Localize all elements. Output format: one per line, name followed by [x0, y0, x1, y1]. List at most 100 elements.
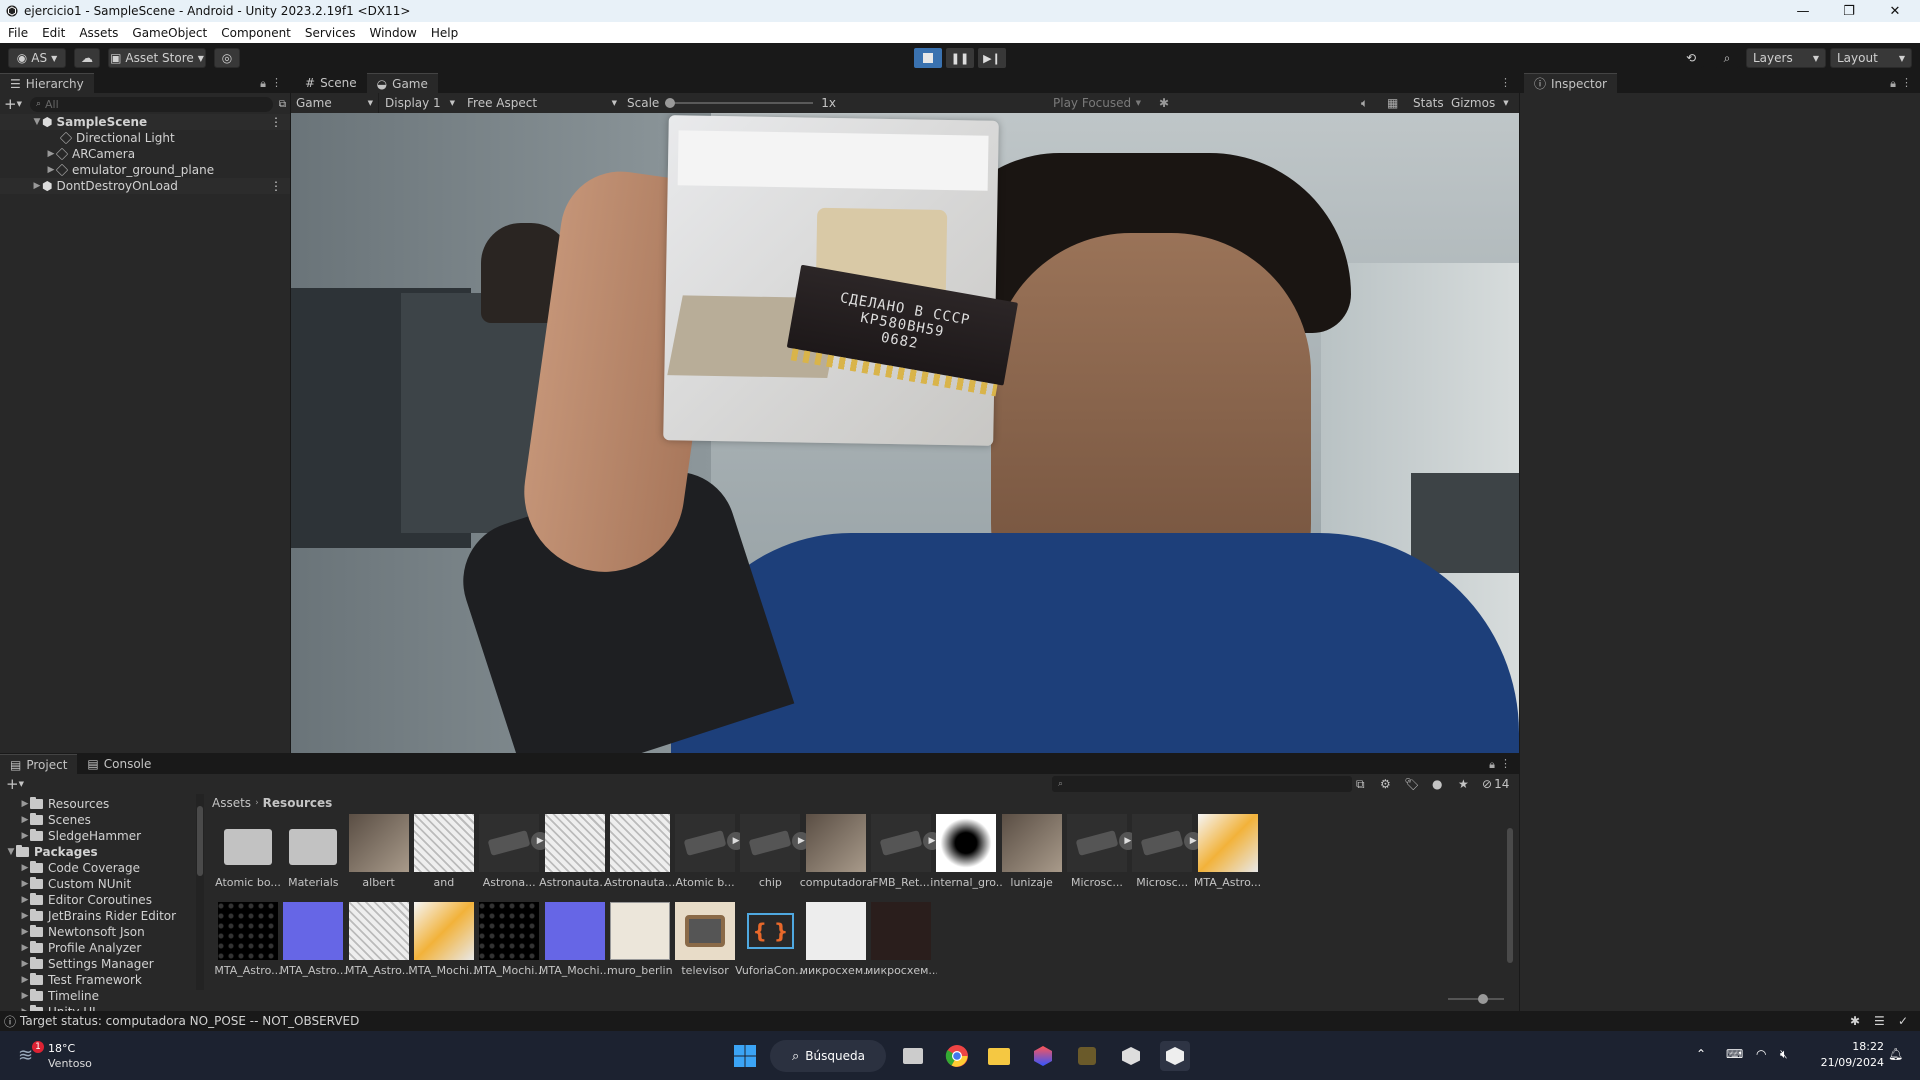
asset-store-dropdown[interactable]: ▣ Asset Store ▼ [108, 48, 206, 68]
tree-item[interactable]: ▶ Timeline [0, 988, 196, 1004]
ddol-scene-row[interactable]: ▶ ⬢ DontDestroyOnLoad ⋮ [0, 178, 290, 194]
debug-icon[interactable]: ✱ [1850, 1014, 1860, 1028]
lock-icon[interactable]: 🔒︎ [1890, 77, 1896, 91]
weather-widget[interactable]: ≋ 1 18°C Ventoso [18, 1039, 148, 1073]
hierarchy-item[interactable]: Directional Light [0, 130, 290, 146]
play-button[interactable] [914, 48, 942, 68]
wifi-icon[interactable]: ◠ [1756, 1047, 1766, 1061]
more-options-icon[interactable]: ⋮ [270, 115, 282, 129]
history-button[interactable]: ⟲ [1678, 48, 1704, 68]
favorite-star-icon[interactable]: ★ [1458, 777, 1469, 791]
expand-arrow-icon[interactable]: ▶ [20, 879, 30, 889]
tab-game[interactable]: ◒ Game [366, 73, 438, 93]
tree-item[interactable]: ▶ Profile Analyzer [0, 940, 196, 956]
stats-grid-icon[interactable]: ▦ [1387, 96, 1398, 110]
expand-arrow-icon[interactable]: ▶ [20, 959, 30, 969]
tab-hierarchy[interactable]: ☰ Hierarchy [0, 73, 94, 93]
bug-icon[interactable]: ✱ [1159, 96, 1169, 110]
start-button[interactable] [730, 1041, 760, 1071]
asset-item[interactable]: MTA_Astro... [277, 902, 349, 984]
menu-gameobject[interactable]: GameObject [125, 26, 214, 40]
tree-item[interactable]: ▶ Scenes [0, 812, 196, 828]
asset-item[interactable]: MTA_Astro... [212, 902, 284, 984]
tree-item[interactable]: ▶ Editor Coroutines [0, 892, 196, 908]
menu-window[interactable]: Window [363, 26, 424, 40]
expand-arrow-icon[interactable]: ▶ [20, 815, 30, 825]
add-icon[interactable]: + [4, 95, 17, 113]
asset-item[interactable]: MTA_Mochi... [473, 902, 545, 984]
tree-item[interactable]: ▶ Newtonsoft Json [0, 924, 196, 940]
tree-item[interactable]: ▶ SledgeHammer [0, 828, 196, 844]
chevron-up-icon[interactable]: ⌃ [1696, 1047, 1706, 1061]
filter-type-icon[interactable]: ⚙ [1380, 777, 1391, 791]
menu-component[interactable]: Component [214, 26, 298, 40]
menu-file[interactable]: File [0, 26, 35, 40]
cloud-button[interactable]: ☁ [74, 48, 100, 68]
clock[interactable]: 18:22 21/09/2024 [1808, 1039, 1884, 1071]
menu-assets[interactable]: Assets [72, 26, 125, 40]
unity-editor-icon[interactable] [1160, 1041, 1190, 1071]
tab-console[interactable]: ▤ Console [77, 754, 162, 774]
more-options-icon[interactable]: ⋮ [1500, 76, 1511, 89]
status-message[interactable]: Target status: computadora NO_POSE -- NO… [20, 1014, 359, 1028]
lock-icon[interactable]: 🔒︎ [260, 77, 266, 91]
tree-item[interactable]: ▶ Settings Manager [0, 956, 196, 972]
asset-item[interactable]: ▶ FMB_Ret... [865, 814, 941, 896]
menu-services[interactable]: Services [298, 26, 363, 40]
close-button[interactable]: ✕ [1872, 0, 1918, 22]
asset-item[interactable]: internal_gro... [930, 814, 1002, 896]
menu-edit[interactable]: Edit [35, 26, 72, 40]
asset-item[interactable]: lunizaje [996, 814, 1068, 896]
app-icon[interactable] [1072, 1041, 1102, 1071]
expand-arrow-icon[interactable]: ▼ [6, 847, 16, 857]
tree-scrollbar[interactable] [196, 794, 204, 990]
expand-arrow-icon[interactable]: ▶ [20, 975, 30, 985]
keyboard-icon[interactable]: ⌨ [1726, 1047, 1743, 1061]
tree-item[interactable]: ▶ JetBrains Rider Editor [0, 908, 196, 924]
play-focused-dropdown[interactable]: Play Focused ▼ [1047, 93, 1147, 113]
scale-slider[interactable] [665, 96, 814, 110]
asset-item[interactable]: ▶ chip [734, 814, 811, 896]
label-icon[interactable]: 🏷︎ [1404, 777, 1419, 791]
asset-item[interactable]: ▶ Microsc... [1126, 814, 1203, 896]
asset-item[interactable]: MTA_Mochi... [539, 902, 611, 984]
taskbar-search[interactable]: ⌕ Búsqueda [770, 1040, 886, 1072]
layers-dropdown[interactable]: Layers ▼ [1746, 48, 1826, 68]
shield-app-icon[interactable] [1028, 1041, 1058, 1071]
expand-arrow-icon[interactable]: ▶ [20, 895, 30, 905]
more-options-icon[interactable]: ⋮ [1901, 76, 1912, 89]
game-view[interactable]: СДЕЛАНО В СССР КР580ВН59 0682 [291, 113, 1519, 753]
scene-row[interactable]: ▼ ⬢ SampleScene ⋮ [0, 114, 290, 130]
display-dropdown[interactable]: Display 1 ▼ [379, 93, 461, 113]
package-icon[interactable]: ● [1432, 777, 1442, 791]
check-icon[interactable]: ✓ [1898, 1014, 1908, 1028]
unity-hub-icon[interactable] [1116, 1041, 1146, 1071]
expand-arrow-icon[interactable]: ▼ [32, 117, 42, 127]
tab-scene[interactable]: # Scene [295, 73, 367, 93]
search-options-icon[interactable]: ⧉ [279, 99, 286, 110]
menu-help[interactable]: Help [424, 26, 465, 40]
asset-item[interactable]: albert [343, 814, 415, 896]
asset-item[interactable]: ▶ Atomic b... [669, 814, 746, 896]
hidden-packages-toggle[interactable]: ⊘ 14 [1482, 777, 1509, 791]
layout-dropdown[interactable]: Layout ▼ [1830, 48, 1912, 68]
expand-arrow-icon[interactable]: ▶ [20, 927, 30, 937]
lock-icon[interactable]: 🔒︎ [1489, 758, 1495, 772]
tree-item[interactable]: ▶ Resources [0, 796, 196, 812]
more-options-icon[interactable]: ⋮ [271, 76, 282, 89]
expand-arrow-icon[interactable]: ▶ [20, 863, 30, 873]
asset-item[interactable]: Astronauta... [604, 814, 676, 896]
asset-item[interactable]: ▶ Astrona... [473, 814, 550, 896]
aspect-dropdown[interactable]: Free Aspect ▼ [461, 93, 623, 113]
notifications-icon[interactable]: 🔔︎ [1888, 1047, 1903, 1061]
thumbnail-size-slider[interactable] [1448, 994, 1504, 1004]
tree-item[interactable]: ▶ Code Coverage [0, 860, 196, 876]
account-dropdown[interactable]: ◉ AS ▼ [8, 48, 66, 68]
expand-arrow-icon[interactable]: ▶ [46, 165, 56, 175]
breadcrumb-assets[interactable]: Assets [212, 796, 251, 810]
asset-item[interactable]: MTA_Mochi... [408, 902, 480, 984]
asset-item[interactable]: микросхем... [865, 902, 937, 984]
asset-item[interactable]: televisor [669, 902, 741, 984]
maximize-button[interactable]: ❐ [1826, 0, 1872, 22]
asset-item[interactable]: MTA_Astro... [343, 902, 415, 984]
